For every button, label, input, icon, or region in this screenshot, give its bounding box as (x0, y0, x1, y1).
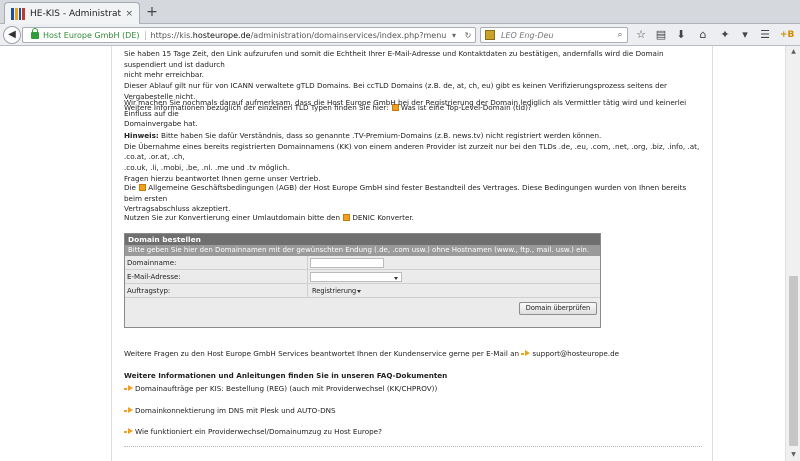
search-placeholder: LEO Eng-Deu (501, 30, 554, 40)
arrow-right-icon (128, 428, 133, 434)
hint-label: Hinweis: (124, 131, 159, 140)
browser-tab[interactable]: HE-KIS - Administration > ... × (4, 2, 140, 24)
text-line: Sie haben 15 Tage Zeit, den Link aufzuru… (124, 49, 664, 69)
search-bar[interactable]: LEO Eng-Deu ⌕ (480, 27, 628, 43)
back-arrow-icon: ◀ (8, 29, 16, 40)
close-tab-icon[interactable]: × (125, 9, 133, 19)
site-identity[interactable]: Host Europe GmbH (DE) (43, 30, 146, 40)
form-row-type: Auftragstyp: Registrierung (125, 284, 600, 298)
faq-title: Weitere Informationen und Anleitungen fi… (124, 371, 448, 380)
text-line: Die Übernahme eines bereits registrierte… (124, 141, 700, 162)
home-icon[interactable]: ⌂ (696, 28, 710, 42)
arrow-right-icon (128, 385, 133, 391)
domain-order-form: Domain bestellen Bitte geben Sie hier de… (124, 233, 601, 328)
support-email-link[interactable]: support@hosteurope.de (532, 349, 619, 358)
hint-paragraph: Hinweis: Bitte haben Sie dafür Verständn… (124, 131, 702, 185)
faq-link[interactable]: Domainaufträge per KIS: Bestellung (REG)… (135, 384, 437, 393)
star-icon[interactable]: ☆ (634, 28, 648, 42)
navigation-bar: ◀ Host Europe GmbH (DE) https://kis.host… (0, 24, 800, 46)
url-text[interactable]: https://kis.hosteurope.de/administration… (146, 31, 447, 40)
reload-icon[interactable]: ↻ (461, 31, 475, 40)
arrow-right-icon (128, 407, 133, 413)
order-type-select[interactable]: Registrierung (310, 286, 364, 296)
url-prefix: https://kis. (150, 30, 193, 40)
check-domain-button[interactable]: Domain überprüfen (519, 302, 597, 315)
back-button[interactable]: ◀ (3, 26, 21, 44)
agb-link[interactable]: Allgemeine Geschäftsbedingungen (AGB) (148, 183, 297, 192)
denic-converter-link[interactable]: DENIC Konverter. (352, 213, 414, 222)
arrow-right-icon (525, 350, 531, 356)
text-fragment: Nutzen Sie zur Konvertierung einer Umlau… (124, 213, 341, 222)
dropdown-arrow-icon[interactable]: ▾ (447, 31, 461, 40)
chevron-down-icon (394, 277, 398, 280)
external-link-icon (139, 184, 147, 191)
search-icon[interactable]: ⌕ (613, 30, 627, 40)
new-tab-button[interactable]: + (144, 4, 160, 20)
page-viewport: Sie haben 15 Tage Zeit, den Link aufzuru… (0, 46, 800, 461)
broker-paragraph: Wir machen Sie nochmals darauf aufmerksa… (124, 98, 702, 130)
menu-icon[interactable]: ☰ (758, 28, 772, 42)
url-path: /administration/domainservices/index.php… (250, 30, 447, 40)
text-fragment: Bitte haben Sie dafür Verständnis, dass … (161, 131, 602, 140)
contact-paragraph: Weitere Fragen zu den Host Europe GmbH S… (124, 349, 702, 360)
external-link-icon (343, 214, 351, 221)
form-row-email: E-Mail-Adresse: (125, 270, 600, 284)
order-type-label: Auftragstyp: (125, 284, 308, 297)
form-row-domain: Domainname: (125, 256, 600, 270)
text-line: .co.uk, .li, .mobi, .be, .nl. .me und .t… (124, 163, 290, 173)
form-hint: Bitte geben Sie hier den Domainnamen mit… (125, 245, 600, 256)
lock-icon (31, 27, 39, 39)
scrollbar-thumb[interactable] (789, 276, 798, 446)
chevron-down-icon[interactable]: ▾ (738, 28, 752, 42)
faq-item[interactable]: Wie funktioniert ein Providerwechsel/Dom… (124, 427, 382, 436)
email-select[interactable] (310, 272, 402, 282)
umlaut-paragraph: Nutzen Sie zur Konvertierung einer Umlau… (124, 213, 702, 224)
scroll-up-icon[interactable]: ▲ (786, 46, 800, 58)
text-line: Die Allgemeine Geschäftsbedingungen (AGB… (124, 183, 702, 204)
site-favicon-icon (11, 7, 25, 20)
domain-name-input[interactable] (310, 258, 384, 268)
faq-link[interactable]: Domainkonnektierung im DNS mit Plesk und… (135, 406, 336, 415)
email-label: E-Mail-Adresse: (125, 270, 308, 283)
text-line: nicht mehr erreichbar. (124, 70, 204, 80)
clipboard-icon[interactable]: ▤ (654, 28, 668, 42)
agb-paragraph: Die Allgemeine Geschäftsbedingungen (AGB… (124, 183, 702, 215)
text-fragment: Weitere Fragen zu den Host Europe GmbH S… (124, 349, 520, 358)
tab-title: HE-KIS - Administration > ... (30, 8, 122, 19)
faq-item[interactable]: Domainaufträge per KIS: Bestellung (REG)… (124, 384, 437, 393)
vertical-scrollbar[interactable]: ▲ ▼ (785, 46, 800, 461)
form-title: Domain bestellen (125, 234, 600, 245)
search-engine-icon[interactable] (485, 30, 495, 40)
addon-icon[interactable]: +B (780, 28, 794, 42)
address-bar[interactable]: Host Europe GmbH (DE) https://kis.hosteu… (22, 27, 476, 43)
extension-icon[interactable]: ✦ (718, 28, 732, 42)
divider (124, 446, 702, 447)
main-content: Sie haben 15 Tage Zeit, den Link aufzuru… (113, 46, 710, 461)
faq-link[interactable]: Wie funktioniert ein Providerwechsel/Dom… (135, 427, 382, 436)
text-line: Hinweis: Bitte haben Sie dafür Verständn… (124, 131, 702, 142)
text-line: Domainvergabe hat. (124, 119, 198, 129)
scroll-down-icon[interactable]: ▼ (786, 449, 800, 461)
domain-label: Domainname: (125, 256, 308, 269)
form-footer: Domain überprüfen (125, 298, 600, 320)
faq-item[interactable]: Domainkonnektierung im DNS mit Plesk und… (124, 406, 336, 415)
text-line: Wir machen Sie nochmals darauf aufmerksa… (124, 98, 687, 118)
text-fragment: Die (124, 183, 136, 192)
download-icon[interactable]: ⬇ (674, 28, 688, 42)
tab-bar: HE-KIS - Administration > ... × + (0, 0, 800, 24)
content-border-right (712, 46, 713, 461)
url-host: hosteurope.de (192, 30, 251, 40)
chevron-down-icon (357, 290, 361, 293)
content-border-left (111, 46, 112, 461)
order-type-value: Registrierung (312, 287, 357, 295)
